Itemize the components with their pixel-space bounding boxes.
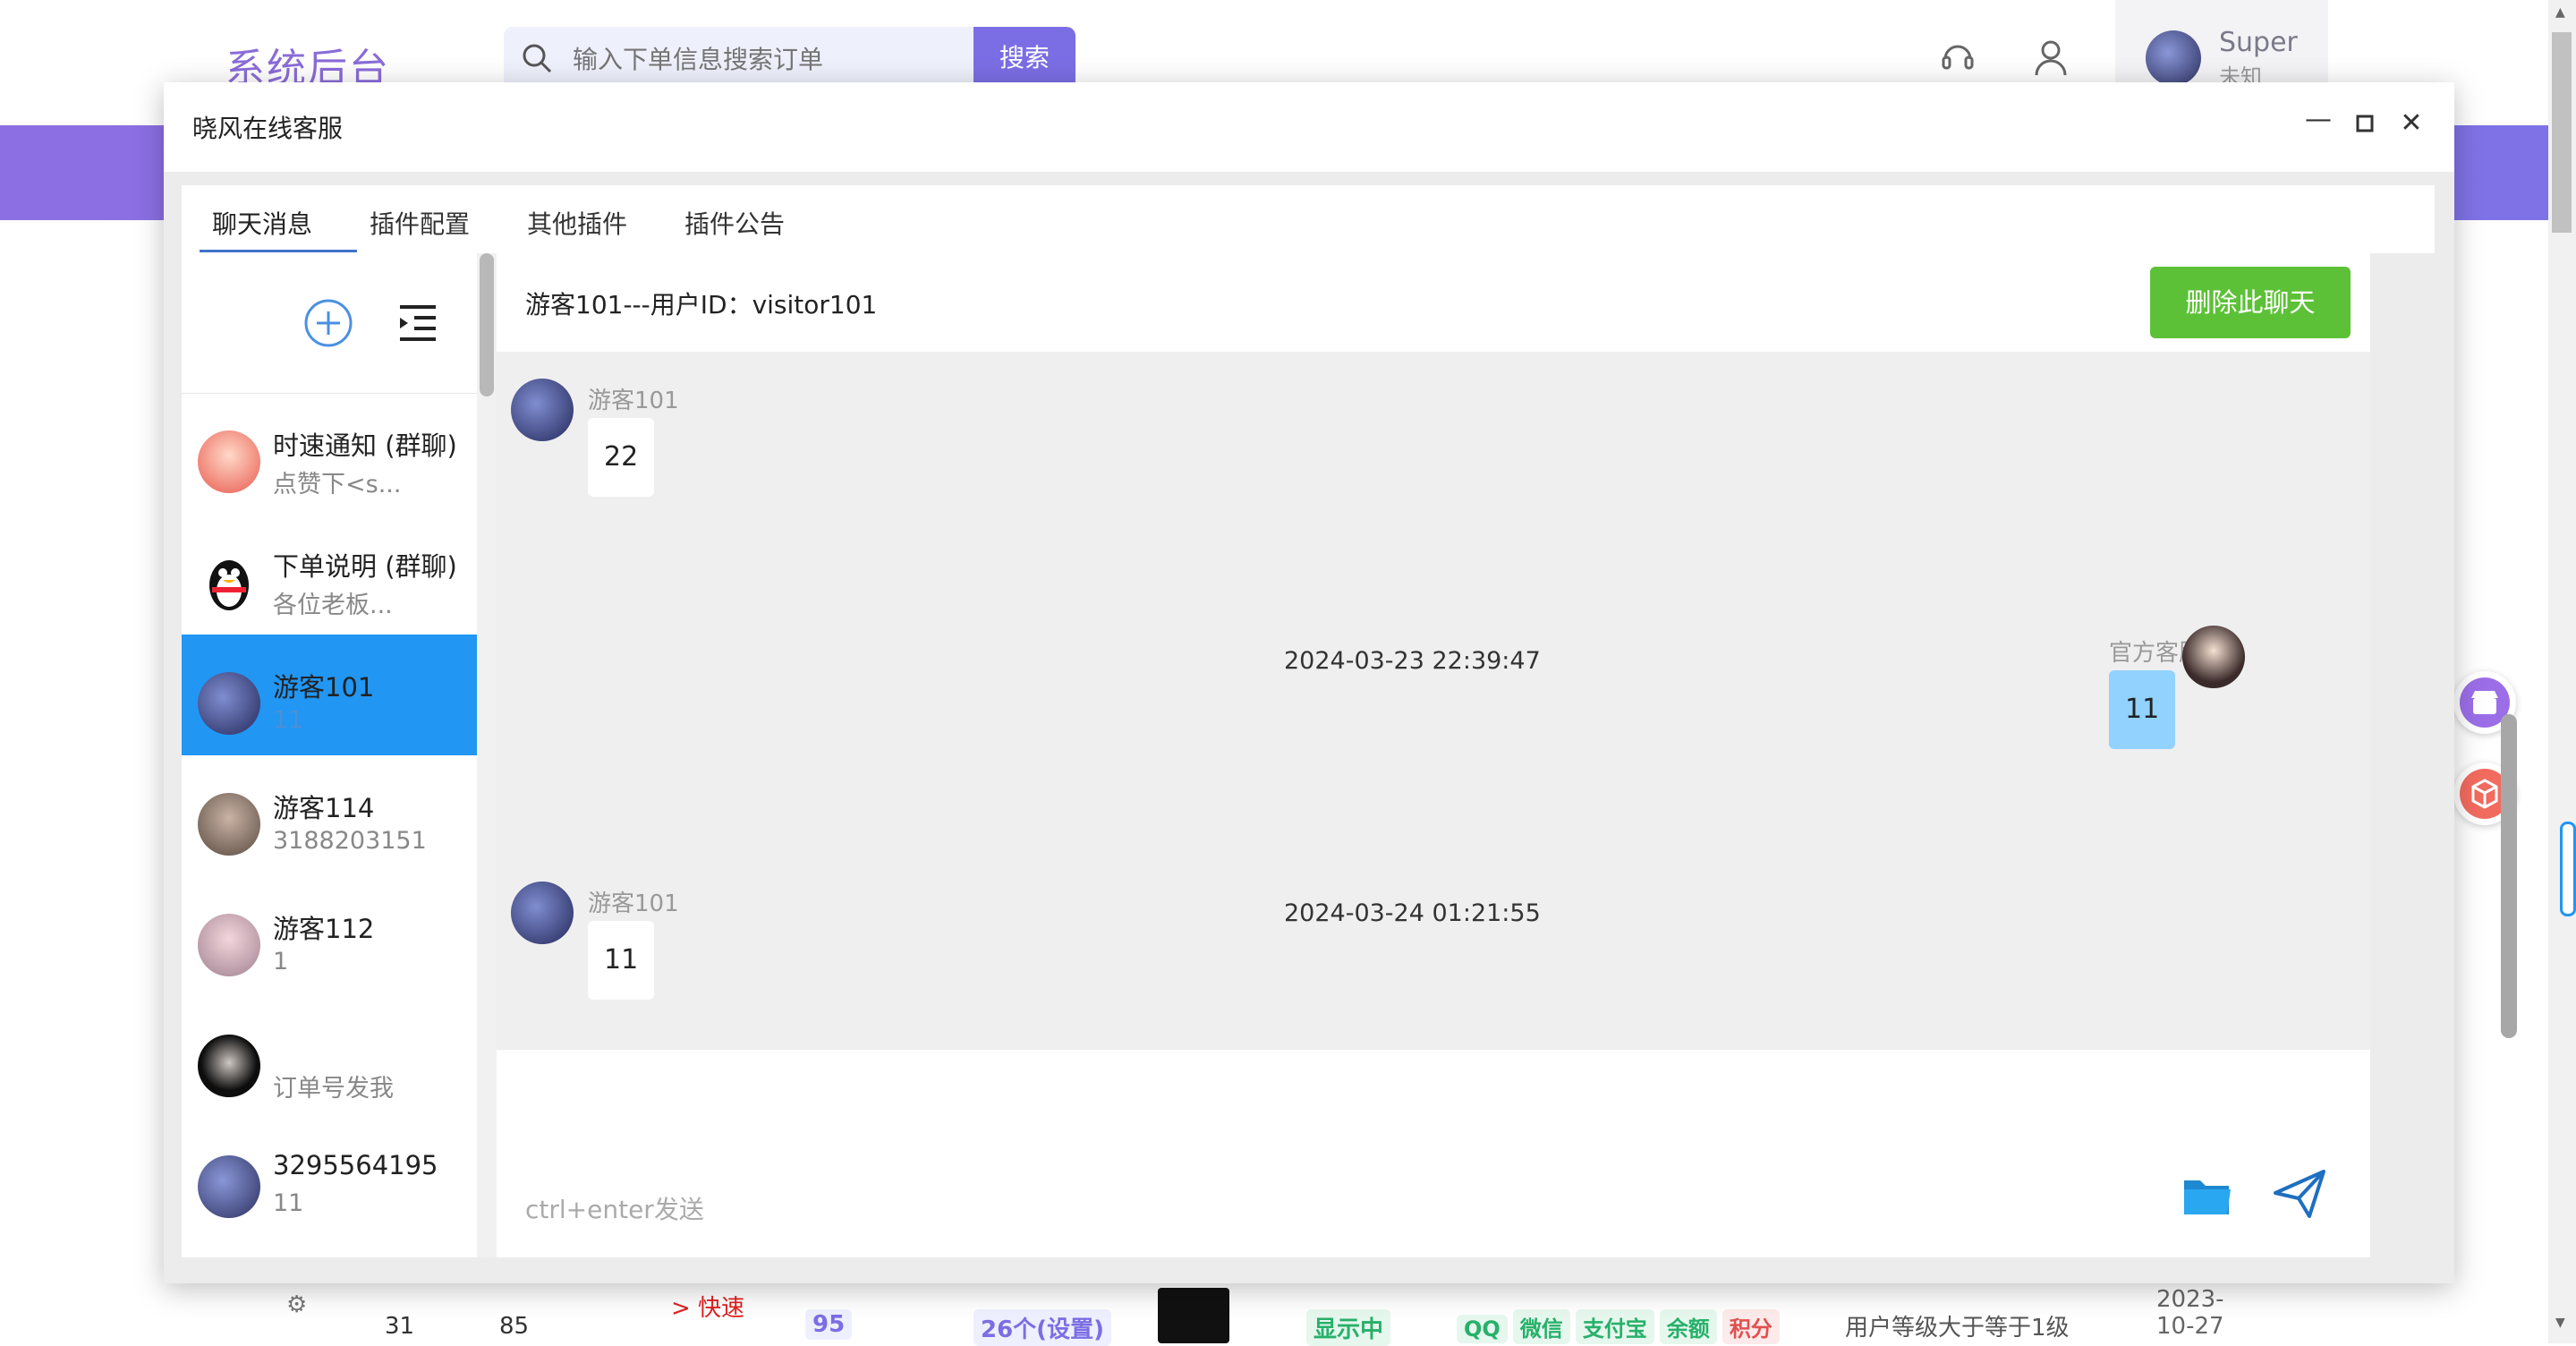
contact-avatar (198, 793, 260, 856)
user-profile-card[interactable]: Super 未知 (2115, 0, 2328, 89)
contact-item[interactable]: 3295564195 11 (182, 1118, 477, 1239)
modal-body: 聊天消息 插件配置 其他插件 插件公告 时速通知 (群聊) 点赞下<s... 下… (164, 172, 2517, 1283)
message-timestamp: 2024-03-23 22:39:47 (1284, 647, 1541, 675)
message-timestamp: 2024-03-24 01:21:55 (1284, 899, 1541, 927)
collapse-menu-icon[interactable] (396, 303, 439, 343)
message-input-placeholder[interactable]: ctrl+enter发送 (525, 1190, 704, 1226)
row-pay-tags: QQ 微信 支付宝 余额 积分 (1457, 1309, 1785, 1344)
contact-name: 游客112 (273, 914, 375, 944)
contact-preview: 点赞下<s... (273, 471, 402, 498)
row-name[interactable]: > 快速 (671, 1290, 744, 1323)
row-spec-link[interactable]: 26个(设置) (973, 1309, 1111, 1346)
contact-item[interactable]: 时速通知 (群聊) 点赞下<s... (182, 393, 477, 514)
customer-service-modal: 晓风在线客服 — ✕ 聊天消息 插件配置 其他插件 插件公告 时速通知 (群聊)… (164, 82, 2517, 1283)
order-search-input[interactable] (571, 38, 959, 81)
contact-avatar (198, 1155, 260, 1218)
contact-avatar (198, 672, 260, 735)
float-scroll-indicator[interactable] (2560, 822, 2576, 916)
add-chat-icon[interactable] (303, 298, 353, 348)
headset-icon[interactable] (1938, 38, 1977, 77)
row-condition: 用户等级大于等于1级 (1845, 1315, 2070, 1342)
chat-messages-area: 游客101 22 2024-03-23 22:39:47 官方客服 11 202… (497, 352, 2370, 1050)
contact-item[interactable]: 订单号发我 (182, 997, 477, 1118)
row-sort[interactable]: 85 (499, 1313, 529, 1340)
sidebar-toolbar (182, 253, 477, 394)
delete-chat-button[interactable]: 删除此聊天 (2150, 267, 2351, 338)
page-scrollbar-thumb[interactable] (2552, 32, 2572, 233)
row-status-badge: 显示中 (1306, 1309, 1391, 1346)
maximize-icon[interactable] (2347, 106, 2383, 141)
contact-item[interactable]: 下单说明 (群聊) 各位老板... (182, 514, 477, 635)
message-input-area[interactable]: ctrl+enter发送 (497, 1050, 2370, 1257)
tab-plugin-config[interactable]: 插件配置 (370, 205, 470, 241)
contact-name: 游客114 (273, 793, 375, 823)
minimize-icon[interactable]: — (2300, 102, 2336, 138)
contact-avatar (198, 430, 260, 493)
modal-title: 晓风在线客服 (192, 114, 344, 143)
order-search-box (504, 27, 973, 89)
row-count-badge: 95 (805, 1309, 853, 1340)
pay-tag: 积分 (1722, 1309, 1780, 1344)
close-icon[interactable]: ✕ (2393, 106, 2429, 141)
contact-preview: 3188203151 (273, 827, 427, 855)
row-id: 31 (385, 1313, 415, 1340)
contact-name: 游客101 (273, 672, 375, 703)
table-row[interactable]: ⚙ 31 85 > 快速 95 26个(设置) 显示中 QQ 微信 支付宝 余额 积分 … (215, 1282, 2335, 1346)
sidebar-scrollbar[interactable] (477, 253, 497, 1257)
tab-chat-messages[interactable]: 聊天消息 (212, 205, 312, 241)
page-scrollbar[interactable]: ▲ ▼ (2548, 0, 2576, 1343)
send-icon[interactable] (2272, 1166, 2327, 1222)
contact-item[interactable]: 游客112 1 (182, 876, 477, 997)
message-sender: 游客101 (588, 388, 679, 414)
pay-tag: 微信 (1512, 1309, 1570, 1344)
message-bubble: 11 (588, 921, 655, 1000)
chat-scrollbar-thumb[interactable] (2501, 714, 2517, 1038)
user-name: Super (2219, 27, 2298, 58)
visitor-avatar (511, 882, 574, 944)
message-bubble: 22 (588, 418, 655, 497)
user-icon[interactable] (2031, 38, 2070, 77)
scroll-up-icon[interactable]: ▲ (2555, 5, 2565, 20)
tiktok-icon (1158, 1288, 1229, 1343)
row-date: 2023-10-27 (2156, 1286, 2224, 1340)
message-bubble-own: 11 (2109, 670, 2176, 749)
chat-scrollbar[interactable] (2499, 351, 2519, 1049)
user-avatar (2146, 30, 2201, 86)
contact-avatar (198, 914, 260, 976)
contact-preview: 1 (273, 948, 289, 975)
contact-item[interactable]: 游客114 3188203151 (182, 755, 477, 876)
search-button[interactable]: 搜索 (973, 27, 1075, 89)
search-icon (523, 44, 552, 73)
chat-title: 游客101---用户ID：visitor101 (525, 290, 878, 319)
chat-header: 游客101---用户ID：visitor101 删除此聊天 (497, 253, 2370, 353)
contact-name: 下单说明 (群聊) (273, 551, 457, 582)
contact-item-active[interactable]: 游客101 11 (182, 635, 477, 755)
agent-avatar (2182, 626, 2245, 688)
settings-gear-icon[interactable]: ⚙ (286, 1291, 307, 1318)
tab-other-plugins[interactable]: 其他插件 (527, 205, 627, 241)
pay-tag: 余额 (1659, 1309, 1717, 1344)
sidebar-scrollbar-thumb[interactable] (480, 253, 494, 396)
contact-avatar (198, 1035, 260, 1097)
folder-icon[interactable] (2181, 1171, 2234, 1220)
contact-preview: 各位老板... (273, 592, 393, 619)
qq-penguin-icon (198, 551, 260, 614)
tab-plugin-notice[interactable]: 插件公告 (684, 205, 785, 241)
scroll-down-icon[interactable]: ▼ (2555, 1316, 2565, 1330)
contact-name: 3295564195 (273, 1150, 438, 1180)
contact-preview: 11 (273, 1189, 304, 1217)
tab-bar: 聊天消息 插件配置 其他插件 插件公告 (182, 185, 2435, 253)
message-sender: 游客101 (588, 890, 679, 917)
contact-sidebar: 时速通知 (群聊) 点赞下<s... 下单说明 (群聊) 各位老板... 游客1… (182, 253, 477, 1257)
contact-preview: 11 (273, 706, 304, 734)
contact-preview: 订单号发我 (273, 1075, 394, 1103)
contact-name: 时速通知 (群聊) (273, 430, 457, 461)
pay-tag: 支付宝 (1575, 1309, 1654, 1344)
pay-tag: QQ (1457, 1315, 1508, 1343)
active-tab-indicator (200, 250, 357, 252)
visitor-avatar (511, 379, 574, 441)
